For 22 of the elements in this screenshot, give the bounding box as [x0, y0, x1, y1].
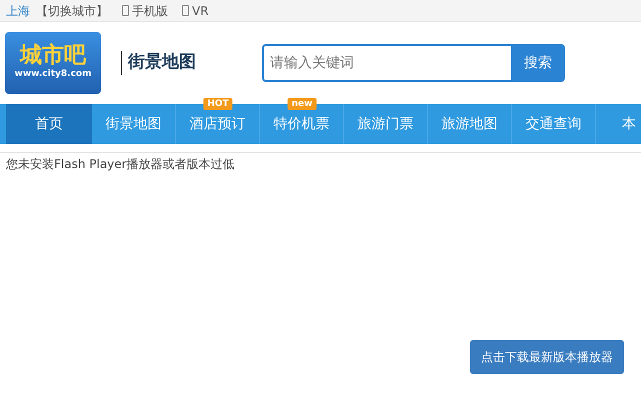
logo-text: 城市吧	[20, 44, 86, 68]
nav-tab[interactable]: 首页	[6, 104, 92, 144]
top-link[interactable]: 手机版	[132, 2, 168, 20]
switch-city-link[interactable]: 【切换城市】	[36, 2, 108, 20]
flash-message: 您未安装Flash Player播放器或者版本过低	[6, 156, 236, 173]
nav-tab[interactable]: 旅游门票	[344, 104, 428, 144]
nav-tab[interactable]: 本	[596, 104, 636, 144]
city-link[interactable]: 上海	[6, 2, 30, 20]
nav-tab[interactable]: 旅游地图	[428, 104, 512, 144]
nav-badge: new	[288, 98, 316, 110]
section-title: 街景地图	[128, 51, 196, 74]
top-link[interactable]: VR	[192, 2, 209, 20]
logo[interactable]: 城市吧 www.city8.com	[5, 32, 101, 94]
nav-badge: HOT	[203, 98, 233, 110]
search-field[interactable]: 请输入关键词	[262, 44, 511, 82]
phone-icon	[122, 5, 129, 16]
nav-tab[interactable]: 街景地图	[92, 104, 176, 144]
logo-url: www.city8.com	[14, 68, 92, 82]
download-button[interactable]: 点击下载最新版本播放器	[470, 340, 624, 374]
phone-icon	[182, 5, 189, 16]
nav-tab[interactable]: 交通查询	[512, 104, 596, 144]
search-button[interactable]: 搜索	[511, 44, 565, 82]
